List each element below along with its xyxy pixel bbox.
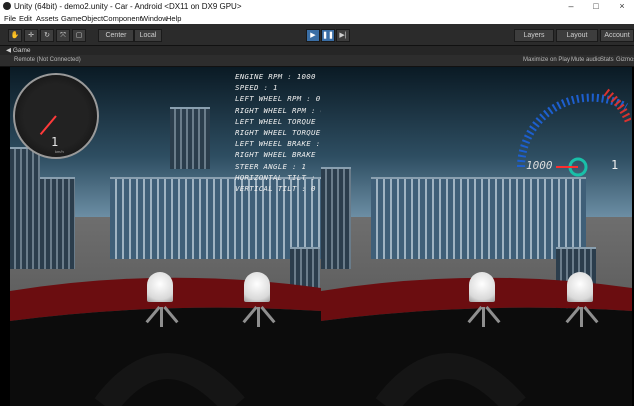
window-title: Unity (64bit) - demo2.unity - Car - Andr… bbox=[14, 2, 242, 11]
telemetry-line: RIGHT WHEEL RPM : 0 bbox=[235, 105, 321, 115]
gear-value: 1 bbox=[611, 158, 619, 172]
menu-bar: File Edit Assets GameObject Component Wi… bbox=[0, 13, 634, 24]
unity-logo-icon bbox=[3, 2, 11, 10]
toolbar: ✋ ✛ ↻ ⤧ ▢ Center Local ▶ ❚❚ ▶| Layers La… bbox=[0, 24, 634, 46]
close-button[interactable]: × bbox=[614, 0, 630, 13]
control-arrow-icon bbox=[257, 307, 260, 327]
game-view-controls: Remote (Not Connected) Maximize on Play … bbox=[0, 55, 634, 67]
menu-help[interactable]: Help bbox=[166, 13, 181, 24]
game-tab-label: Game bbox=[12, 47, 31, 54]
game-tab-icon: ◀ bbox=[6, 47, 13, 54]
telemetry-line: SPEED : 1 bbox=[235, 83, 278, 93]
play-button[interactable]: ▶ bbox=[306, 29, 320, 42]
building bbox=[321, 167, 351, 269]
telemetry-panel: ENGINE RPM : 1000 SPEED : 1 LEFT WHEEL R… bbox=[235, 71, 321, 194]
hand-tool-button[interactable]: ✋ bbox=[8, 29, 22, 42]
pivot-center-button[interactable]: Center bbox=[98, 29, 134, 42]
menu-window[interactable]: Window bbox=[141, 13, 168, 24]
step-icon: ▶| bbox=[339, 32, 347, 39]
game-tab-bar: ◀ Game bbox=[0, 46, 634, 55]
menu-assets[interactable]: Assets bbox=[36, 13, 59, 24]
pause-button[interactable]: ❚❚ bbox=[321, 29, 335, 42]
telemetry-line: LEFT WHEEL RPM : 0 bbox=[235, 94, 321, 104]
scale-icon: ⤧ bbox=[60, 32, 66, 39]
control-arrow-icon bbox=[482, 307, 485, 327]
rect-icon: ▢ bbox=[75, 32, 83, 39]
gizmos-dropdown[interactable]: Gizmos bbox=[616, 55, 634, 66]
maximize-button[interactable]: □ bbox=[588, 0, 604, 13]
maximize-on-play-toggle[interactable]: Maximize on Play bbox=[523, 55, 570, 66]
remote-status[interactable]: Remote (Not Connected) bbox=[14, 55, 81, 66]
tachometer-arc bbox=[517, 93, 628, 168]
dashboard-panel bbox=[321, 307, 632, 406]
scale-tool-button[interactable]: ⤧ bbox=[56, 29, 70, 42]
game-viewport[interactable]: 1 km/h ENGINE RPM : 1000 SPEED : 1 LEFT … bbox=[10, 67, 632, 406]
brake-pedal-button[interactable] bbox=[147, 272, 173, 302]
pause-icon: ❚❚ bbox=[322, 32, 334, 39]
speedometer-gauge: 1 km/h bbox=[13, 73, 99, 159]
rotate-tool-button[interactable]: ↻ bbox=[40, 29, 54, 42]
move-tool-button[interactable]: ✛ bbox=[24, 29, 38, 42]
control-arrow-icon bbox=[160, 307, 163, 327]
telemetry-line: RIGHT WHEEL TORQUE : 0 bbox=[235, 128, 321, 138]
speedometer-needle bbox=[39, 115, 57, 136]
speedometer-value: 1 bbox=[51, 135, 59, 149]
brake-pedal-button[interactable] bbox=[469, 272, 495, 302]
layers-dropdown[interactable]: Layers bbox=[514, 29, 554, 42]
menu-edit[interactable]: Edit bbox=[19, 13, 32, 24]
building bbox=[371, 177, 586, 259]
control-arrow-icon bbox=[580, 307, 583, 327]
minimize-button[interactable]: – bbox=[563, 0, 579, 13]
speedometer-unit: km/h bbox=[55, 149, 64, 154]
rpm-value: 1000 bbox=[526, 159, 553, 172]
building bbox=[40, 177, 75, 269]
move-icon: ✛ bbox=[28, 32, 34, 39]
game-tab[interactable]: ◀ Game bbox=[6, 46, 31, 55]
hand-icon: ✋ bbox=[10, 32, 20, 39]
menu-component[interactable]: Component bbox=[103, 13, 142, 24]
rect-tool-button[interactable]: ▢ bbox=[72, 29, 86, 42]
layout-dropdown[interactable]: Layout bbox=[556, 29, 598, 42]
telemetry-line: RIGHT WHEEL BRAKE : 35 bbox=[235, 150, 321, 160]
step-button[interactable]: ▶| bbox=[336, 29, 350, 42]
right-eye-view: 1000 1 bbox=[321, 67, 632, 406]
throttle-pedal-button[interactable] bbox=[244, 272, 270, 302]
pivot-local-button[interactable]: Local bbox=[134, 29, 162, 42]
window-titlebar: Unity (64bit) - demo2.unity - Car - Andr… bbox=[0, 0, 634, 13]
stats-toggle[interactable]: Stats bbox=[600, 55, 614, 66]
throttle-pedal-button[interactable] bbox=[567, 272, 593, 302]
telemetry-line: LEFT WHEEL BRAKE : 35 bbox=[235, 139, 321, 149]
building bbox=[10, 147, 40, 269]
left-eye-view: 1 km/h ENGINE RPM : 1000 SPEED : 1 LEFT … bbox=[10, 67, 321, 406]
mute-audio-toggle[interactable]: Mute audio bbox=[571, 55, 601, 66]
building bbox=[170, 107, 210, 169]
telemetry-line: ENGINE RPM : 1000 bbox=[235, 72, 316, 81]
menu-file[interactable]: File bbox=[4, 13, 16, 24]
telemetry-line: HORIZONTAL TILT : 0 bbox=[235, 172, 321, 182]
rotate-icon: ↻ bbox=[44, 32, 50, 39]
telemetry-line: STEER ANGLE : 1 bbox=[235, 161, 307, 171]
telemetry-line: VERTICAL TILT : 0 bbox=[235, 184, 316, 194]
play-icon: ▶ bbox=[310, 32, 316, 39]
telemetry-line: LEFT WHEEL TORQUE : 0 bbox=[235, 116, 321, 126]
account-dropdown[interactable]: Account bbox=[600, 29, 634, 42]
menu-gameobject[interactable]: GameObject bbox=[61, 13, 103, 24]
